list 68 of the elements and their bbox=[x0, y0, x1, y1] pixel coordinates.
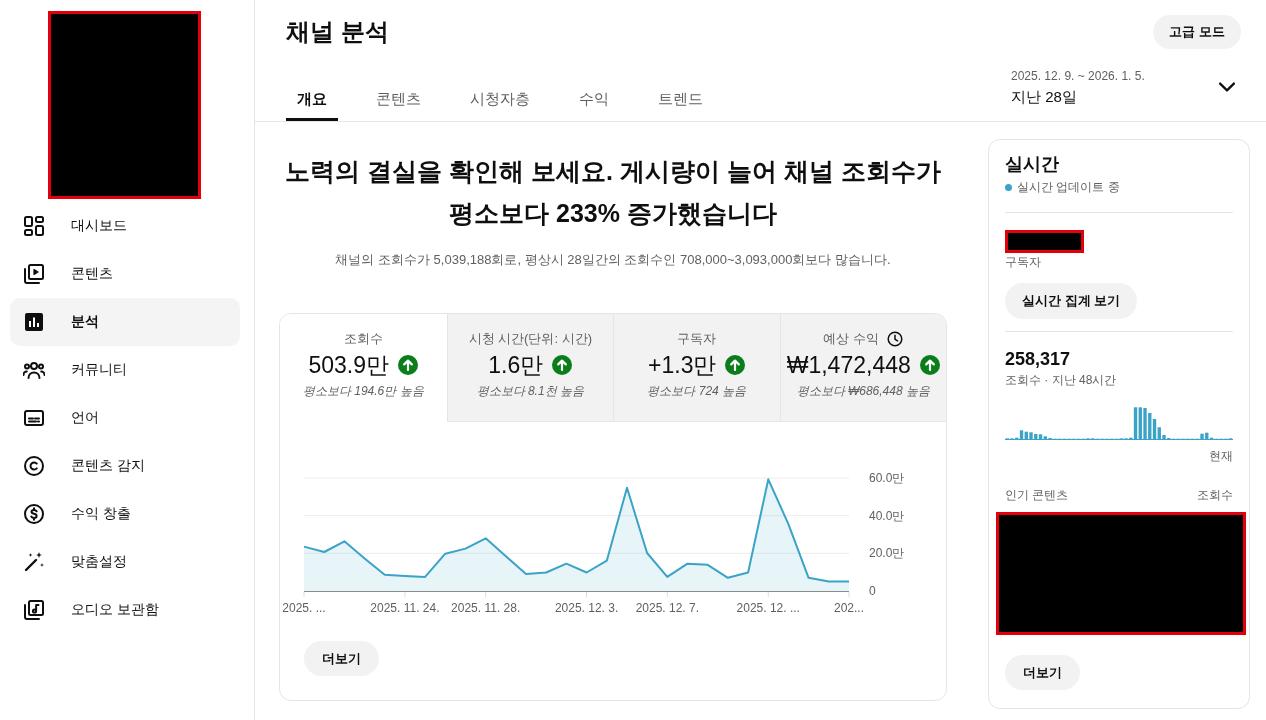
y-axis-label: 0 bbox=[869, 584, 876, 598]
clock-icon[interactable] bbox=[887, 331, 904, 347]
x-axis-label: 2025. 12. 7. bbox=[635, 601, 700, 615]
summary-headline: 노력의 결실을 확인해 보세요. 게시량이 늘어 채널 조회수가 평소보다 233% 증가했습니다 bbox=[284, 156, 942, 229]
metric-label: 시청 시간(단위: 시간) bbox=[468, 330, 592, 348]
x-axis-label: 2025. 11. 24. bbox=[370, 601, 440, 615]
tab[interactable]: 콘텐츠 bbox=[365, 77, 432, 121]
metric-tab[interactable]: 구독자 +1.3만 평소보다 724 높음 bbox=[613, 314, 780, 422]
video-library-icon bbox=[23, 263, 45, 285]
sidebar-item[interactable]: 오디오 보관함 bbox=[10, 586, 240, 634]
y-axis-label: 40.0만 bbox=[869, 508, 905, 523]
metric-label: 조회수 bbox=[343, 330, 383, 348]
x-axis-label: 2025. ... bbox=[282, 601, 326, 615]
metric-comparison: 평소보다 194.6만 높음 bbox=[302, 383, 424, 399]
chevron-down-icon bbox=[1219, 82, 1235, 92]
sidebar-item[interactable]: 언어 bbox=[10, 394, 240, 442]
sidebar-item[interactable]: 수익 창출 bbox=[10, 490, 240, 538]
x-axis-label: 202... bbox=[834, 601, 864, 615]
metric-tab[interactable]: 예상 수익 ₩1,472,448 평소보다 ₩686,448 높음 bbox=[779, 314, 946, 422]
copyright-icon bbox=[23, 455, 45, 477]
metric-label: 예상 수익 bbox=[823, 330, 880, 348]
date-range-dropdown[interactable]: 2025. 12. 9. ~ 2026. 1. 5. 지난 28일 bbox=[1011, 66, 1241, 108]
sidebar-item[interactable]: 분석 bbox=[10, 298, 240, 346]
summary-description: 채널의 조회수가 5,039,188회로, 평상시 28일간의 조회수인 708,000~3,093,000회보다 많습니다. bbox=[334, 251, 892, 269]
metric-value: +1.3만 bbox=[648, 351, 717, 379]
views-count: 258,317 bbox=[1005, 348, 1071, 371]
page-title: 채널 분석 bbox=[286, 16, 389, 47]
y-axis-label: 20.0만 bbox=[869, 546, 905, 561]
sidebar-item[interactable]: 콘텐츠 bbox=[10, 250, 240, 298]
x-axis-label: 2025. 12. 3. bbox=[554, 601, 619, 615]
sidebar-item[interactable]: 커뮤니티 bbox=[10, 346, 240, 394]
music-library-icon bbox=[23, 599, 45, 621]
column-heading: 조회수 bbox=[1197, 487, 1233, 503]
sidebar-item[interactable]: 대시보드 bbox=[10, 202, 240, 250]
axis-end-label: 현재 bbox=[1209, 448, 1233, 464]
sidebar-item[interactable]: 콘텐츠 감지 bbox=[10, 442, 240, 490]
sidebar-item[interactable]: 맞춤설정 bbox=[10, 538, 240, 586]
tab[interactable]: 개요 bbox=[286, 77, 338, 121]
dollar-circle-icon bbox=[23, 503, 45, 525]
stat-label: 구독자 bbox=[1005, 254, 1041, 270]
x-axis-label: 2025. 11. 28. bbox=[451, 601, 521, 615]
magic-wand-icon bbox=[23, 551, 45, 573]
more-button[interactable]: 더보기 bbox=[304, 641, 379, 676]
tab[interactable]: 시청자층 bbox=[459, 77, 541, 121]
metric-tab[interactable]: 시청 시간(단위: 시간) 1.6만 평소보다 8.1천 높음 bbox=[446, 314, 613, 422]
metric-comparison: 평소보다 724 높음 bbox=[647, 383, 747, 399]
metric-value: ₩1,472,448 bbox=[786, 351, 911, 379]
metric-value: 503.9만 bbox=[308, 351, 390, 379]
tab[interactable]: 수익 bbox=[568, 77, 620, 121]
x-axis-label: 2025. 12. ... bbox=[736, 601, 800, 615]
status-text: 실시간 업데이트 중 bbox=[1017, 179, 1120, 195]
realtime-count-button[interactable]: 실시간 집계 보기 bbox=[1005, 283, 1138, 319]
more-button[interactable]: 더보기 bbox=[1005, 655, 1080, 690]
y-axis-label: 60.0만 bbox=[869, 471, 905, 485]
stat-label: 조회수 · 지난 48시간 bbox=[1005, 372, 1117, 388]
dashboard-icon bbox=[23, 215, 45, 237]
metric-value: 1.6만 bbox=[488, 351, 544, 379]
people-icon bbox=[23, 359, 45, 381]
tab[interactable]: 트렌드 bbox=[647, 77, 714, 121]
status-dot-icon bbox=[1005, 183, 1012, 191]
panel-title: 실시간 bbox=[1005, 153, 1059, 176]
metric-comparison: 평소보다 ₩686,448 높음 bbox=[796, 383, 930, 399]
advanced-mode-button[interactable]: 고급 모드 bbox=[1153, 14, 1241, 49]
list-heading: 인기 콘텐츠 bbox=[1005, 487, 1069, 503]
metric-comparison: 평소보다 8.1천 높음 bbox=[476, 383, 584, 399]
subtitles-icon bbox=[23, 407, 45, 429]
metric-label: 구독자 bbox=[677, 330, 717, 348]
bar-chart-icon bbox=[23, 311, 45, 333]
